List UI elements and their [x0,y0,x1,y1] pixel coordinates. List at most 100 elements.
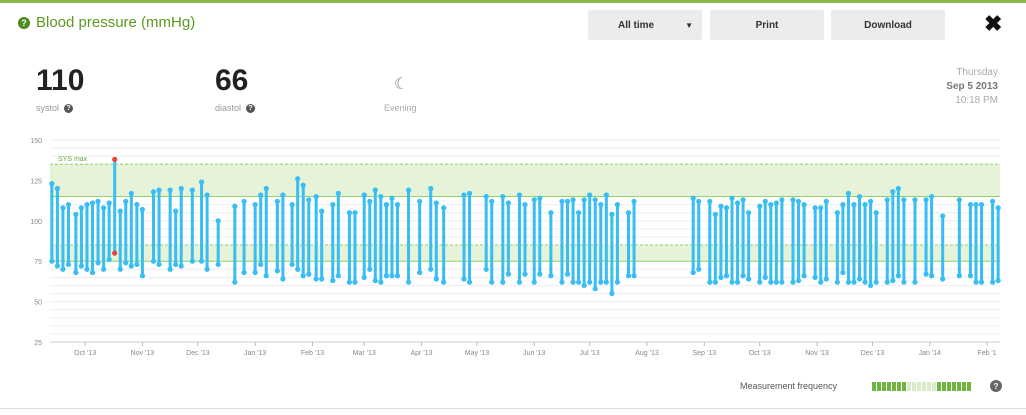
systolic-point [734,200,741,206]
x-tick-label: Jan '14 [919,350,941,357]
diastolic-point [300,273,306,279]
diastolic-point [978,279,985,285]
diastolic-point [123,260,129,266]
diastolic-point [167,266,173,272]
diastolic-point [840,269,846,276]
question-icon[interactable]: ? [246,103,256,113]
diastolic-point [537,271,543,277]
diastolic-point [707,279,713,285]
systolic-point [598,202,604,208]
diastolic-point [89,269,96,276]
blood-pressure-chart[interactable]: SYS max 25 50 75 100 125 150 Oct '13 Nov '13 Dec … [0,130,1026,360]
systolic-point [773,200,779,206]
x-tick-label: Nov '13 [131,350,155,357]
systolic-point [289,202,295,208]
x-tick-label: Aug '13 [635,350,659,357]
systolic-point [779,197,785,203]
measurement-date: Thursday Sep 5 2013 10:18 PM [946,66,998,108]
question-icon[interactable]: ? [18,16,30,29]
diastolic-point [581,282,587,289]
moon-icon: ☾ [394,76,409,93]
systolic-point [723,205,730,211]
diastolic-point [461,276,467,282]
diastolic-point [631,273,637,279]
frequency-cell [872,382,876,391]
diastolic-point [241,269,247,276]
diastolic-point [868,282,874,289]
x-tick-label: Jul '13 [580,350,600,357]
diastolic-point [78,263,85,269]
systolic-point [65,202,72,208]
frequency-cell [947,382,951,391]
y-tick-label: 150 [30,138,42,145]
systolic-point [89,200,96,206]
diastolic-point [522,271,528,277]
question-icon[interactable]: ? [64,103,74,113]
systolic-label-row: systol ? [36,103,74,113]
systolic-point [330,202,336,208]
systolic-point [740,197,746,203]
diastolic-point [95,260,101,266]
diastolic-point [614,279,621,285]
frequency-label: Measurement frequency [740,381,838,391]
systolic-point [60,205,66,211]
systolic-point [890,189,896,195]
systolic-point [718,203,724,209]
diastolic-point [795,277,802,284]
diastolic-point [956,273,962,279]
help-icon[interactable]: ? [990,380,1002,392]
diastolic-point [603,279,609,285]
diastolic-point [990,279,996,285]
diastolic-point [489,279,495,285]
frequency-cell [927,382,931,391]
diastolic-point [575,279,582,285]
diastolic-point [895,273,901,279]
diastolic-point [757,279,763,285]
x-tick-label: Dec '13 [186,350,210,357]
x-tick-label: Oct '13 [749,350,771,357]
diastolic-point [818,279,824,285]
diastolic-point [500,279,506,285]
frequency-cell [892,382,896,391]
systolic-point [973,202,979,208]
systolic-point [845,190,852,196]
systolic-point [489,198,495,205]
systolic-label: systol [36,103,60,113]
diastolic-point [696,266,702,272]
diastolic-point [394,273,401,279]
systolic-point [128,190,134,196]
diastolic-point [84,266,90,272]
diastolic-point [516,279,523,285]
print-button[interactable]: Print [710,10,824,40]
diastolic-point [723,273,730,279]
systolic-point [823,198,829,205]
y-tick-label: 75 [34,259,42,266]
band-label: SYS max [58,156,88,163]
systolic-point [139,206,146,213]
systolic-point [603,192,609,198]
x-tick-label: Dec '13 [861,350,885,357]
systolic-point [73,211,79,217]
diastolic-point [779,279,785,285]
systolic-point [306,197,312,203]
systolic-point [95,198,101,205]
frequency-cell [962,382,966,391]
systolic-point [956,197,962,203]
systolic-point [901,197,907,203]
systolic-point [198,179,205,185]
systolic-point [531,197,537,203]
time-range-select[interactable]: All time ▼ [588,10,702,40]
systolic-point [280,192,286,198]
diastolic-point [768,279,774,285]
diastolic-point [49,258,55,264]
diastolic-point [117,266,123,272]
diastolic-point [466,279,473,285]
diastolic-point [559,279,565,285]
diastolic-point [856,276,863,282]
frequency-cell [932,382,936,391]
panel-header: ? Blood pressure (mmHg) [18,14,195,31]
diastolic-point [367,266,373,272]
download-button[interactable]: Download [831,10,945,40]
systolic-point [537,195,543,201]
close-icon[interactable]: ✖ [984,13,1002,35]
